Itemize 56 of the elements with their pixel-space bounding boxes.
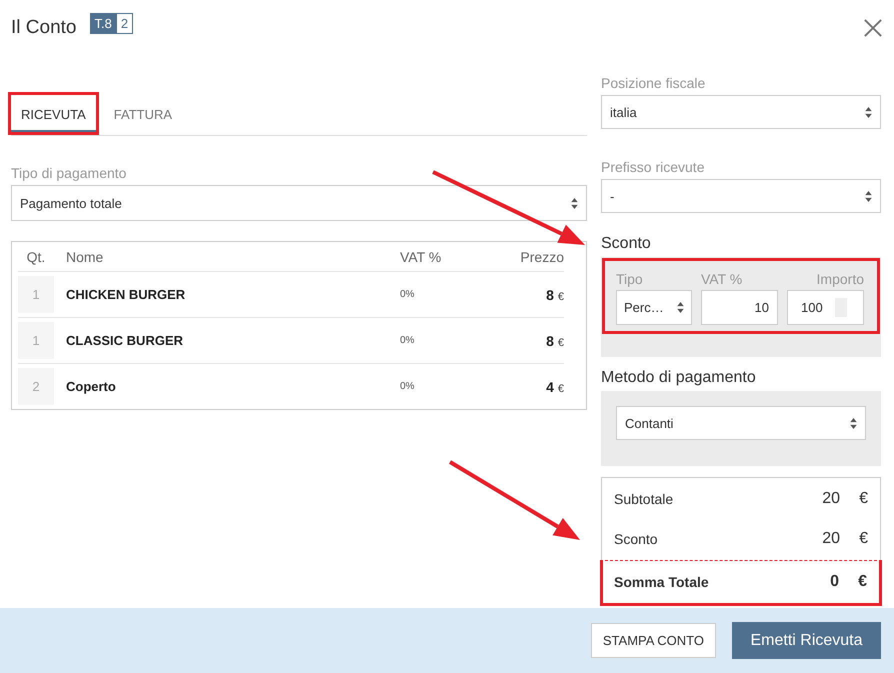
currency-symbol: € [858,490,868,508]
field-label: VAT % [701,271,744,287]
updown-icon [865,106,872,118]
column-header: Nome [65,248,104,264]
dropdown[interactable]: Contanti [616,406,866,440]
price-value: 8 [546,286,554,302]
field-label: Posizione fiscale [601,75,706,91]
field-label: Tipo di pagamento [11,165,128,181]
updown-icon [850,418,857,428]
column-header: VAT % [400,248,442,264]
dropdown[interactable]: Pagamento totale [11,185,587,221]
currency-symbol: € [558,382,564,394]
vat-cell-text: 0% [400,335,416,346]
dropdown[interactable]: - [601,179,881,213]
section-title: Sconto [601,235,652,253]
issue-receipt-button[interactable]: Emetti Ricevuta [732,622,881,659]
item-name: Coperto [65,379,117,394]
quantity-cell: 1 [18,322,54,359]
item-name: CLASSIC BURGER [65,333,184,348]
currency-symbol: € [858,530,868,548]
total-label: Subtotale [614,491,674,507]
input-field[interactable]: 100 [787,290,864,325]
section-title: Metodo di pagamento [601,369,757,387]
currency-symbol: € [558,336,564,348]
close-icon[interactable] [864,18,882,36]
total-value: 20 [821,490,840,508]
total-value: 0 [829,573,839,591]
field-label: Prefisso ricevute [601,159,706,175]
price-value: 4 [546,378,554,394]
field-label: Importo [816,271,864,287]
dropdown[interactable]: italia [601,95,881,129]
column-header: Qt. [26,248,46,264]
dropdown[interactable]: Perc… [616,290,692,325]
updown-icon [677,302,684,313]
quantity-cell: 1 [18,276,54,313]
item-name: CHICKEN BURGER [65,287,186,302]
currency-symbol: € [558,290,564,302]
updown-icon [571,198,578,208]
window-title: Il Conto [11,16,76,38]
total-label: Somma Totale [614,574,710,590]
input-field[interactable]: 10 [701,290,778,325]
vat-cell-text: 0% [400,381,416,392]
updown-icon [865,190,872,202]
price-value: 8 [546,332,554,348]
print-bill-button[interactable]: STAMPA CONTO [590,623,716,658]
field-label: Tipo [616,271,644,287]
column-header: Prezzo [519,248,564,264]
total-value: 20 [821,530,840,548]
quantity-cell: 2 [18,368,54,405]
vat-cell-text: 0% [400,289,416,300]
currency-symbol: € [857,573,867,591]
table-tag: T.8 [90,13,116,34]
tab[interactable]: RICEVUTA [8,92,99,135]
guest-count: 2 [116,13,134,34]
tab[interactable]: FATTURA [100,92,186,135]
total-label: Sconto [614,531,659,547]
